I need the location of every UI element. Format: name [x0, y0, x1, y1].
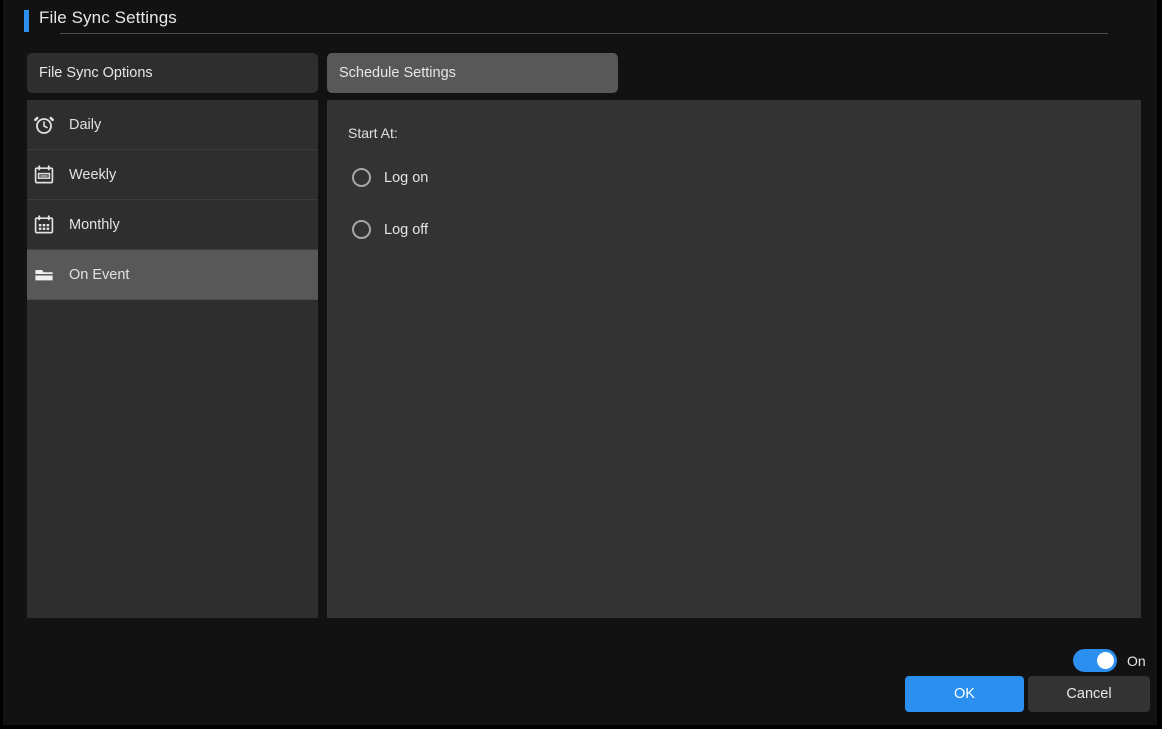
sidebar-item-on-event[interactable]: On Event — [27, 250, 318, 300]
cancel-button[interactable]: Cancel — [1028, 676, 1150, 712]
folder-icon — [31, 265, 57, 285]
toggle-knob — [1097, 652, 1114, 669]
file-sync-settings-window: File Sync Settings File Sync Options Sch… — [0, 0, 1162, 729]
sidebar-item-label: Weekly — [69, 166, 117, 183]
radio-option-log-off[interactable]: Log off — [352, 220, 428, 239]
alarm-clock-icon — [31, 115, 57, 135]
enable-toggle-switch[interactable] — [1073, 649, 1117, 672]
schedule-settings-panel: Start At: Log on Log off — [327, 100, 1141, 618]
radio-button-icon[interactable] — [352, 168, 371, 187]
schedule-type-list: Daily Weekly Monthly On Event — [27, 100, 318, 618]
sidebar-item-weekly[interactable]: Weekly — [27, 150, 318, 200]
radio-option-label: Log on — [384, 169, 429, 186]
ok-button[interactable]: OK — [905, 676, 1024, 712]
sidebar-item-label: Monthly — [69, 216, 120, 233]
header-divider — [60, 33, 1108, 34]
tab-schedule-settings[interactable]: Schedule Settings — [327, 53, 618, 93]
sidebar-item-label: Daily — [69, 116, 102, 133]
enable-toggle-group: On — [1073, 649, 1146, 672]
calendar-grid-icon — [31, 214, 57, 235]
page-title: File Sync Settings — [39, 8, 177, 27]
radio-option-log-on[interactable]: Log on — [352, 168, 428, 187]
window-header: File Sync Settings — [3, 0, 1157, 42]
tab-label: File Sync Options — [39, 65, 153, 81]
tab-label: Schedule Settings — [339, 65, 456, 81]
sidebar-item-monthly[interactable]: Monthly — [27, 200, 318, 250]
radio-button-icon[interactable] — [352, 220, 371, 239]
title-accent-bar — [24, 10, 29, 32]
tab-file-sync-options[interactable]: File Sync Options — [27, 53, 318, 93]
sidebar-item-daily[interactable]: Daily — [27, 100, 318, 150]
start-at-label: Start At: — [348, 125, 398, 141]
sidebar-item-label: On Event — [69, 266, 130, 283]
radio-option-label: Log off — [384, 221, 429, 238]
tab-bar: File Sync Options Schedule Settings — [3, 53, 1157, 93]
calendar-week-icon — [31, 164, 57, 185]
toggle-state-label: On — [1127, 652, 1146, 669]
